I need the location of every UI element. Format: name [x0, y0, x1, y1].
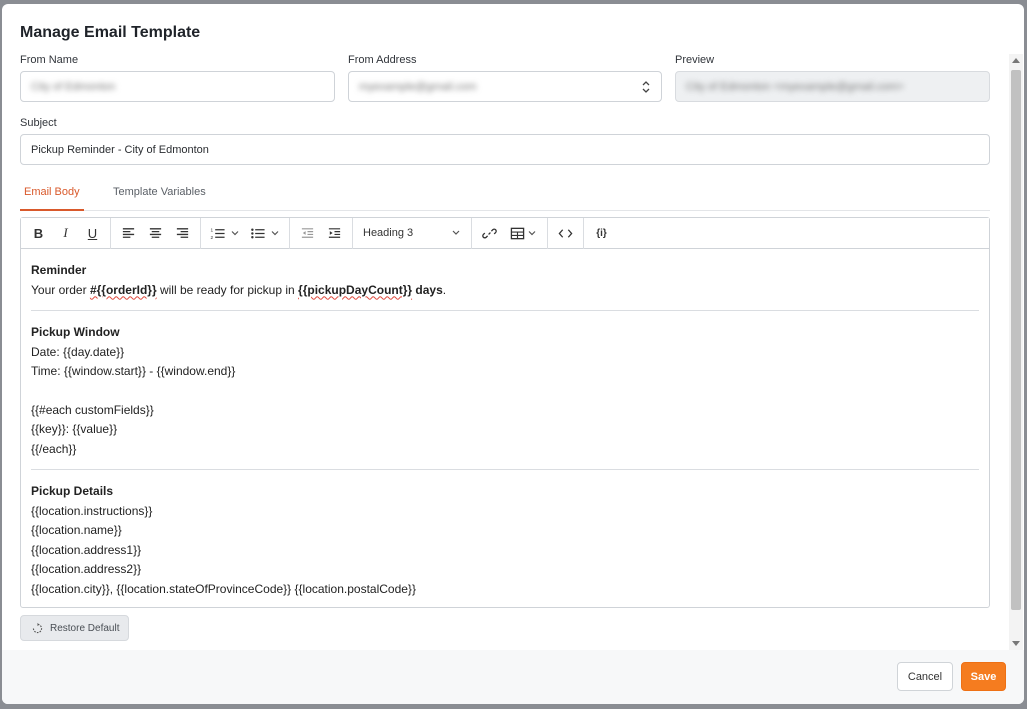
from-name-label: From Name	[20, 54, 79, 66]
indent-icon	[328, 227, 341, 238]
restore-default-label: Restore Default	[50, 622, 120, 634]
code-icon	[558, 228, 573, 238]
location-instructions-line: {{location.instructions}}	[31, 503, 153, 518]
bold-icon: B	[33, 225, 44, 241]
each-open-line: {{#each customFields}}	[31, 402, 154, 417]
editor-toolbar: B I U 12 Heading 3 {i}	[21, 217, 989, 249]
table-icon	[510, 227, 524, 239]
scroll-thumb[interactable]	[1011, 70, 1021, 610]
align-center-icon	[149, 227, 162, 238]
underline-button[interactable]: U	[79, 221, 106, 245]
italic-icon: I	[63, 225, 68, 240]
from-name-input[interactable]: City of Edmonton	[20, 71, 335, 102]
subject-value: Pickup Reminder - City of Edmonton	[31, 143, 209, 156]
scroll-up-icon[interactable]	[1012, 58, 1020, 63]
subject-input[interactable]: Pickup Reminder - City of Edmonton	[20, 134, 990, 165]
block-format-select[interactable]: Heading 3	[357, 221, 467, 245]
divider	[31, 469, 979, 470]
indent-button[interactable]	[321, 221, 348, 245]
ordered-list-icon: 12	[211, 227, 225, 240]
insert-table-button[interactable]	[503, 221, 543, 245]
outdent-button[interactable]	[294, 221, 321, 245]
preview-value: City of Edmonton <myexample@gmail.com>	[686, 80, 904, 93]
save-button[interactable]: Save	[961, 662, 1006, 691]
editor-content[interactable]: Reminder Your order #{{orderId}} will be…	[21, 249, 989, 599]
align-left-icon	[122, 227, 135, 238]
location-address1-line: {{location.address1}}	[31, 542, 142, 557]
dialog-title: Manage Email Template	[20, 24, 201, 41]
chevron-down-icon	[528, 230, 535, 235]
location-city-line: {{location.city}}, {{location.stateOfPro…	[31, 581, 416, 596]
editor-tabs: Email Body Template Variables	[20, 184, 990, 211]
svg-text:1: 1	[211, 227, 214, 232]
cancel-button[interactable]: Cancel	[897, 662, 953, 691]
select-chevrons-icon	[642, 81, 650, 93]
link-icon	[482, 228, 497, 238]
align-right-button[interactable]	[169, 221, 196, 245]
preview-label: Preview	[675, 54, 715, 66]
reminder-heading: Reminder	[31, 263, 87, 277]
align-right-icon	[176, 227, 189, 238]
each-close-line: {{/each}}	[31, 441, 77, 456]
block-format-value: Heading 3	[363, 227, 414, 239]
divider	[31, 310, 979, 311]
restore-icon	[32, 622, 43, 633]
chevron-down-icon	[271, 230, 279, 235]
reminder-line: Your order #{{orderId}} will be ready fo…	[31, 282, 447, 297]
bullet-list-button[interactable]	[245, 221, 285, 245]
bold-button[interactable]: B	[25, 221, 52, 245]
key-value-line: {{key}}: {{value}}	[31, 422, 118, 436]
dialog-footer: Cancel Save	[2, 650, 1024, 704]
insert-variable-button[interactable]: {i}	[588, 221, 615, 245]
from-address-select[interactable]: myexample@gmail.com	[348, 71, 662, 102]
underline-icon: U	[87, 225, 98, 241]
variable-braces-icon: {i}	[596, 227, 607, 239]
rich-text-editor: B I U 12 Heading 3 {i} Reminder Your ord…	[20, 217, 990, 608]
from-address-label: From Address	[348, 54, 417, 66]
chevron-down-icon	[452, 230, 460, 235]
ordered-list-button[interactable]: 12	[205, 221, 245, 245]
date-line: Date: {{day.date}}	[31, 344, 125, 359]
pickup-window-heading: Pickup Window	[31, 325, 120, 339]
from-name-value: City of Edmonton	[31, 80, 116, 93]
dialog-scroll-area: From Name City of Edmonton From Address …	[2, 54, 1024, 650]
chevron-down-icon	[231, 230, 239, 235]
tab-email-body[interactable]: Email Body	[20, 184, 84, 211]
from-address-value: myexample@gmail.com	[359, 80, 477, 93]
source-code-button[interactable]	[552, 221, 579, 245]
scroll-down-icon[interactable]	[1012, 641, 1020, 646]
italic-button[interactable]: I	[52, 221, 79, 245]
vertical-scrollbar[interactable]	[1009, 54, 1023, 650]
insert-link-button[interactable]	[476, 221, 503, 245]
align-left-button[interactable]	[115, 221, 142, 245]
outdent-icon	[301, 227, 314, 238]
time-line: Time: {{window.start}} - {{window.end}}	[31, 364, 236, 378]
pickup-details-heading: Pickup Details	[31, 484, 114, 498]
manage-email-template-dialog: Manage Email Template From Name City of …	[2, 4, 1024, 704]
subject-label: Subject	[20, 117, 57, 129]
bullet-list-icon	[251, 228, 265, 238]
location-address2-line: {{location.address2}}	[31, 562, 142, 576]
align-center-button[interactable]	[142, 221, 169, 245]
tab-template-variables[interactable]: Template Variables	[113, 184, 206, 211]
svg-text:2: 2	[211, 235, 214, 240]
restore-default-button[interactable]: Restore Default	[20, 615, 129, 641]
location-name-line: {{location.name}}	[31, 523, 122, 537]
preview-field: City of Edmonton <myexample@gmail.com>	[675, 71, 990, 102]
